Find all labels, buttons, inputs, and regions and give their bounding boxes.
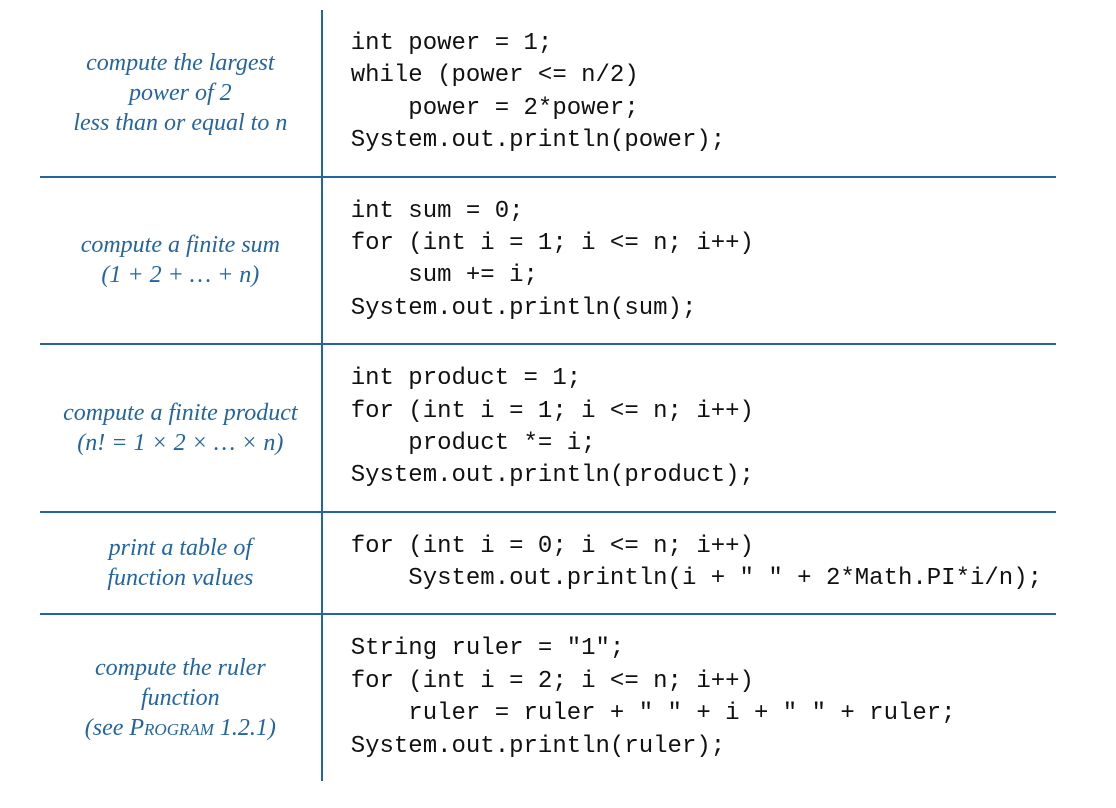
code-cell: int sum = 0; for (int i = 1; i <= n; i++… [322,177,1056,345]
description-cell: compute a finite product(n! = 1 × 2 × … … [40,344,322,512]
description-text: compute a finite sum(1 + 2 + … + n) [54,230,307,290]
code-cell: int product = 1; for (int i = 1; i <= n;… [322,344,1056,512]
description-cell: compute the ruler function(see Program 1… [40,614,322,781]
table-row: compute a finite product(n! = 1 × 2 × … … [40,344,1056,512]
description-text: compute the ruler function(see Program 1… [54,653,307,743]
description-text: compute the largestpower of 2less than o… [54,48,307,138]
code-snippet: int sum = 0; for (int i = 1; i <= n; i++… [351,196,1042,326]
table-row: compute a finite sum(1 + 2 + … + n) int … [40,177,1056,345]
code-snippet: String ruler = "1"; for (int i = 2; i <=… [351,633,1042,763]
page: compute the largestpower of 2less than o… [0,0,1116,801]
description-cell: compute the largestpower of 2less than o… [40,10,322,177]
table-row: compute the largestpower of 2less than o… [40,10,1056,177]
code-snippet: int power = 1; while (power <= n/2) powe… [351,28,1042,158]
description-cell: compute a finite sum(1 + 2 + … + n) [40,177,322,345]
code-cell: int power = 1; while (power <= n/2) powe… [322,10,1056,177]
code-snippet: for (int i = 0; i <= n; i++) System.out.… [351,531,1042,596]
table-row: print a table offunction values for (int… [40,512,1056,615]
description-cell: print a table offunction values [40,512,322,615]
description-text: compute a finite product(n! = 1 × 2 × … … [54,398,307,458]
table-row: compute the ruler function(see Program 1… [40,614,1056,781]
description-text: print a table offunction values [54,533,307,593]
code-snippet: int product = 1; for (int i = 1; i <= n;… [351,363,1042,493]
code-cell: for (int i = 0; i <= n; i++) System.out.… [322,512,1056,615]
examples-table: compute the largestpower of 2less than o… [40,10,1056,781]
code-cell: String ruler = "1"; for (int i = 2; i <=… [322,614,1056,781]
